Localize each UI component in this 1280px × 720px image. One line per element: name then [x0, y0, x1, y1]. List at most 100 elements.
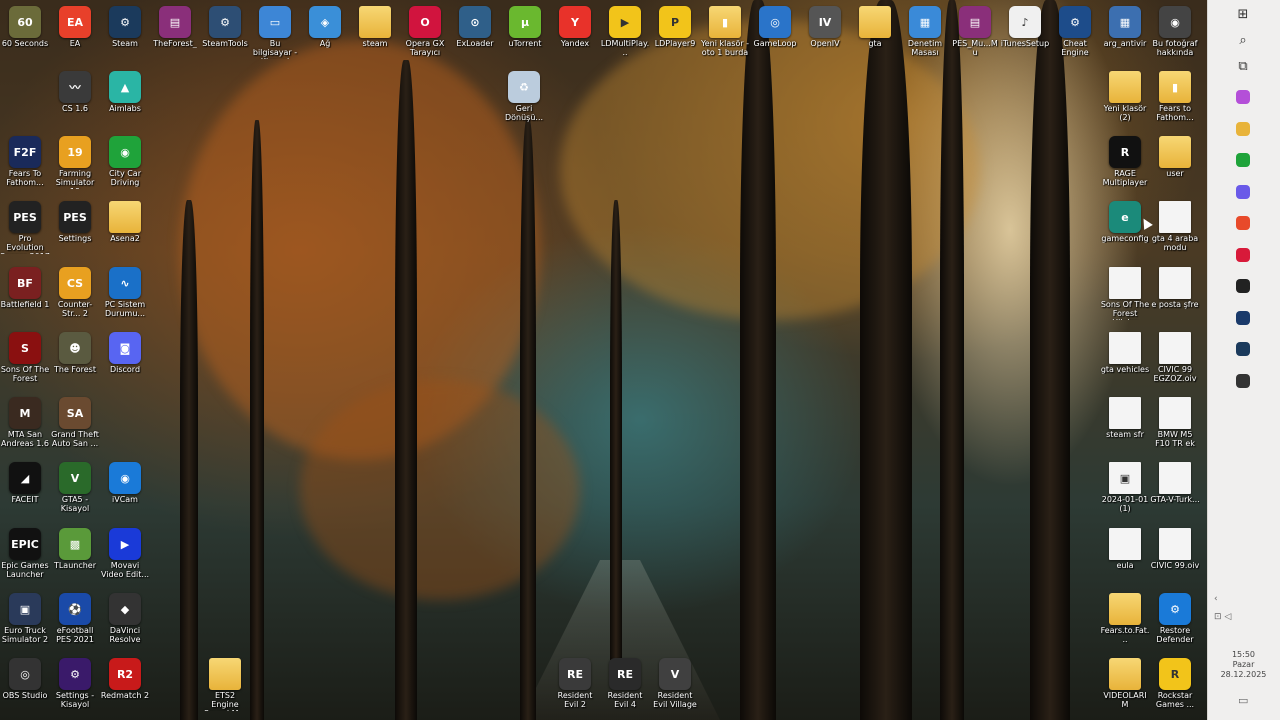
desktop-icon[interactable]: ⚙ Restore Defender — [1150, 587, 1200, 644]
desktop-icon[interactable]: ♪ iTunesSetup — [1000, 0, 1050, 48]
desktop-icon[interactable]: ∿ PC Sistem Durumu... — [100, 261, 150, 318]
desktop-icon[interactable]: ▮ Fears to Fathom... — [1150, 65, 1200, 122]
desktop-icon[interactable]: ⊙ ExLoader — [450, 0, 500, 48]
desktop-icon[interactable]: ♻ Geri Dönüşü... — [499, 65, 549, 122]
desktop-icon[interactable]: ◉ iVCam — [100, 456, 150, 504]
desktop-icon[interactable]: ▤ TheForest_ — [150, 0, 200, 48]
desktop-icon[interactable]: Asena2 — [100, 195, 150, 243]
chrome-app-icon[interactable] — [1236, 216, 1250, 230]
calendar-app-icon[interactable] — [1236, 153, 1250, 167]
desktop-icon[interactable]: R2 Redmatch 2 — [100, 652, 150, 700]
desktop-icon[interactable]: ◎ OBS Studio — [0, 652, 50, 700]
desktop-icon[interactable]: eula — [1100, 522, 1150, 570]
copilot-app-icon[interactable] — [1236, 90, 1250, 104]
browser-app-icon[interactable] — [1236, 184, 1250, 199]
desktop-icon[interactable]: 19Farming Simulator 19 — [50, 130, 100, 189]
desktop-icon[interactable]: Yeni klasör (2) — [1100, 65, 1150, 122]
desktop-icon[interactable]: ◎ GameLoop — [750, 0, 800, 48]
desktop-icon[interactable]: ◉ Bu fotoğraf hakkında — [1150, 0, 1200, 57]
desktop-icon[interactable]: Sons Of The Forest Hileler — [1100, 261, 1150, 320]
network-status-icon[interactable]: ⊡ — [1214, 612, 1222, 622]
desktop-icon[interactable]: CIVIC 99 EGZOZ.oiv — [1150, 326, 1200, 383]
desktop-icon[interactable]: VIDEOLARIM — [1100, 652, 1150, 709]
desktop-icon[interactable]: ⚙ SteamTools — [200, 0, 250, 48]
desktop-icon[interactable]: ▮ Yeni klasör - oto 1 burda — [700, 0, 750, 57]
desktop-icon[interactable]: ◙ Discord — [100, 326, 150, 374]
desktop-icon[interactable]: ▶ Movavi Video Edit... — [100, 522, 150, 579]
desktop-icon-label: Ağ — [319, 39, 331, 48]
desktop-icon[interactable]: EA EA — [50, 0, 100, 48]
desktop-icon[interactable]: 〰 CS 1.6 — [50, 65, 100, 113]
desktop-icon[interactable]: CIVIC 99.oiv — [1150, 522, 1200, 570]
desktop-icon[interactable]: ◢ FACEIT — [0, 456, 50, 504]
desktop-icon[interactable]: 60 60 Seconds — [0, 0, 50, 48]
blue-app-icon[interactable] — [1236, 310, 1250, 325]
steam-app-icon[interactable] — [1236, 342, 1250, 356]
desktop-icon[interactable]: steam sfr — [1100, 391, 1150, 439]
desktop-icon[interactable]: ETS2 Engine Sound M... — [200, 652, 250, 711]
obs-app-icon[interactable] — [1236, 373, 1250, 388]
desktop-icon[interactable]: R RAGE Multiplayer — [1100, 130, 1150, 187]
desktop-icon[interactable]: S Sons Of The Forest — [0, 326, 50, 383]
desktop-icon[interactable]: V Resident Evil Village — [650, 652, 700, 709]
desktop-icon[interactable]: ◉ City Car Driving — [100, 130, 150, 187]
desktop-icon[interactable]: F2F Fears To Fathom... — [0, 130, 50, 187]
desktop-icon[interactable]: e posta şfre — [1150, 261, 1200, 309]
notification-center-icon[interactable]: ▭ — [1238, 694, 1248, 707]
tlauncher-icon: ▩ — [59, 528, 91, 560]
desktop-icon[interactable]: IV OpenIV — [800, 0, 850, 48]
desktop-icon[interactable]: ⚙ Cheat Engine — [1050, 0, 1100, 57]
desktop-icon[interactable]: RE Resident Evil 4 — [600, 652, 650, 709]
desktop-icon[interactable]: ◈ Ağ — [300, 0, 350, 48]
desktop-icon[interactable]: ▦ Denetim Masası — [900, 0, 950, 57]
desktop-icon[interactable]: EPIC Epic Games Launcher — [0, 522, 50, 579]
desktop-icon[interactable]: ☻ The Forest — [50, 326, 100, 374]
desktop-icon[interactable]: ▭Bu bilgisayar - Kisayol — [250, 0, 300, 59]
desktop-icon[interactable]: gta — [850, 0, 900, 48]
desktop-icon[interactable]: user — [1150, 130, 1200, 178]
taskbar-clock[interactable]: 15:50 Pazar 28.12.2025 — [1207, 650, 1280, 680]
file-explorer-app-icon[interactable] — [1236, 121, 1250, 136]
desktop-icon[interactable]: ▣ 2024-01-01 (1) — [1100, 456, 1150, 513]
desktop-icon[interactable]: CS Counter-Str... 2 — [50, 261, 100, 318]
desktop-icon[interactable]: ⚙ Settings - Kisayol — [50, 652, 100, 709]
desktop-icon[interactable]: PESPro Evolution Soccer 2017 — [0, 195, 50, 254]
desktop-icon[interactable]: PES Settings — [50, 195, 100, 243]
tray-chevron-icon[interactable]: ‹ — [1214, 594, 1218, 604]
task-view-icon[interactable]: ⧉ — [1233, 56, 1253, 76]
desktop-icon[interactable]: ▩ TLauncher — [50, 522, 100, 570]
desktop-icon[interactable]: V GTA5 - Kisayol — [50, 456, 100, 513]
desktop-icon[interactable]: RE Resident Evil 2 — [550, 652, 600, 709]
desktop-icon[interactable]: ▣ Euro Truck Simulator 2 — [0, 587, 50, 644]
windows-start-icon[interactable]: ⊞ — [1233, 4, 1253, 24]
desktop-icon-label: BMW M5 F10 TR ek — [1155, 430, 1195, 448]
desktop-icon[interactable]: ▦ arg_antivir — [1100, 0, 1150, 48]
desktop-icon[interactable]: gta vehicles — [1100, 326, 1150, 374]
desktop-icon[interactable]: Y Yandex — [550, 0, 600, 48]
tray-icons[interactable]: ⊡ ◁ — [1214, 612, 1231, 622]
dark-app-icon[interactable] — [1236, 279, 1250, 293]
desktop-icon[interactable]: ▤ PES_Mu...Mu — [950, 0, 1000, 57]
desktop-icon-label: GameLoop — [753, 39, 797, 48]
desktop-icon[interactable]: M MTA San Andreas 1.6 — [0, 391, 50, 448]
desktop-icon[interactable]: µ uTorrent — [500, 0, 550, 48]
desktop-icon[interactable]: gta 4 araba modu — [1150, 195, 1200, 252]
desktop-icon[interactable]: P LDPlayer9 — [650, 0, 700, 48]
folder-icon — [109, 201, 141, 233]
desktop-icon[interactable]: BF Battlefield 1 — [0, 261, 50, 309]
desktop-icon[interactable]: ⚙ Steam — [100, 0, 150, 48]
desktop-icon[interactable]: ▶ LDMultiPlay... — [600, 0, 650, 57]
desktop-icon[interactable]: BMW M5 F10 TR ek — [1150, 391, 1200, 448]
desktop-icon[interactable]: R Rockstar Games ... — [1150, 652, 1200, 709]
desktop-icon[interactable]: ▲ Aimlabs — [100, 65, 150, 113]
red-app-icon[interactable] — [1236, 247, 1250, 262]
desktop-icon[interactable]: O Opera GX Tarayıcı — [400, 0, 450, 57]
desktop-icon[interactable]: ◆ DaVinci Resolve — [100, 587, 150, 644]
desktop-icon[interactable]: steam — [350, 0, 400, 48]
desktop-icon[interactable]: ⚽ eFootball PES 2021 — [50, 587, 100, 644]
search-icon[interactable]: ⌕ — [1233, 30, 1253, 50]
desktop-icon[interactable]: GTA-V-Turk... — [1150, 456, 1200, 504]
desktop-icon[interactable]: Fears.to.Fat... — [1100, 587, 1150, 644]
desktop-icon[interactable]: SA Grand Theft Auto San ... — [50, 391, 100, 448]
volume-icon[interactable]: ◁ — [1224, 612, 1231, 622]
